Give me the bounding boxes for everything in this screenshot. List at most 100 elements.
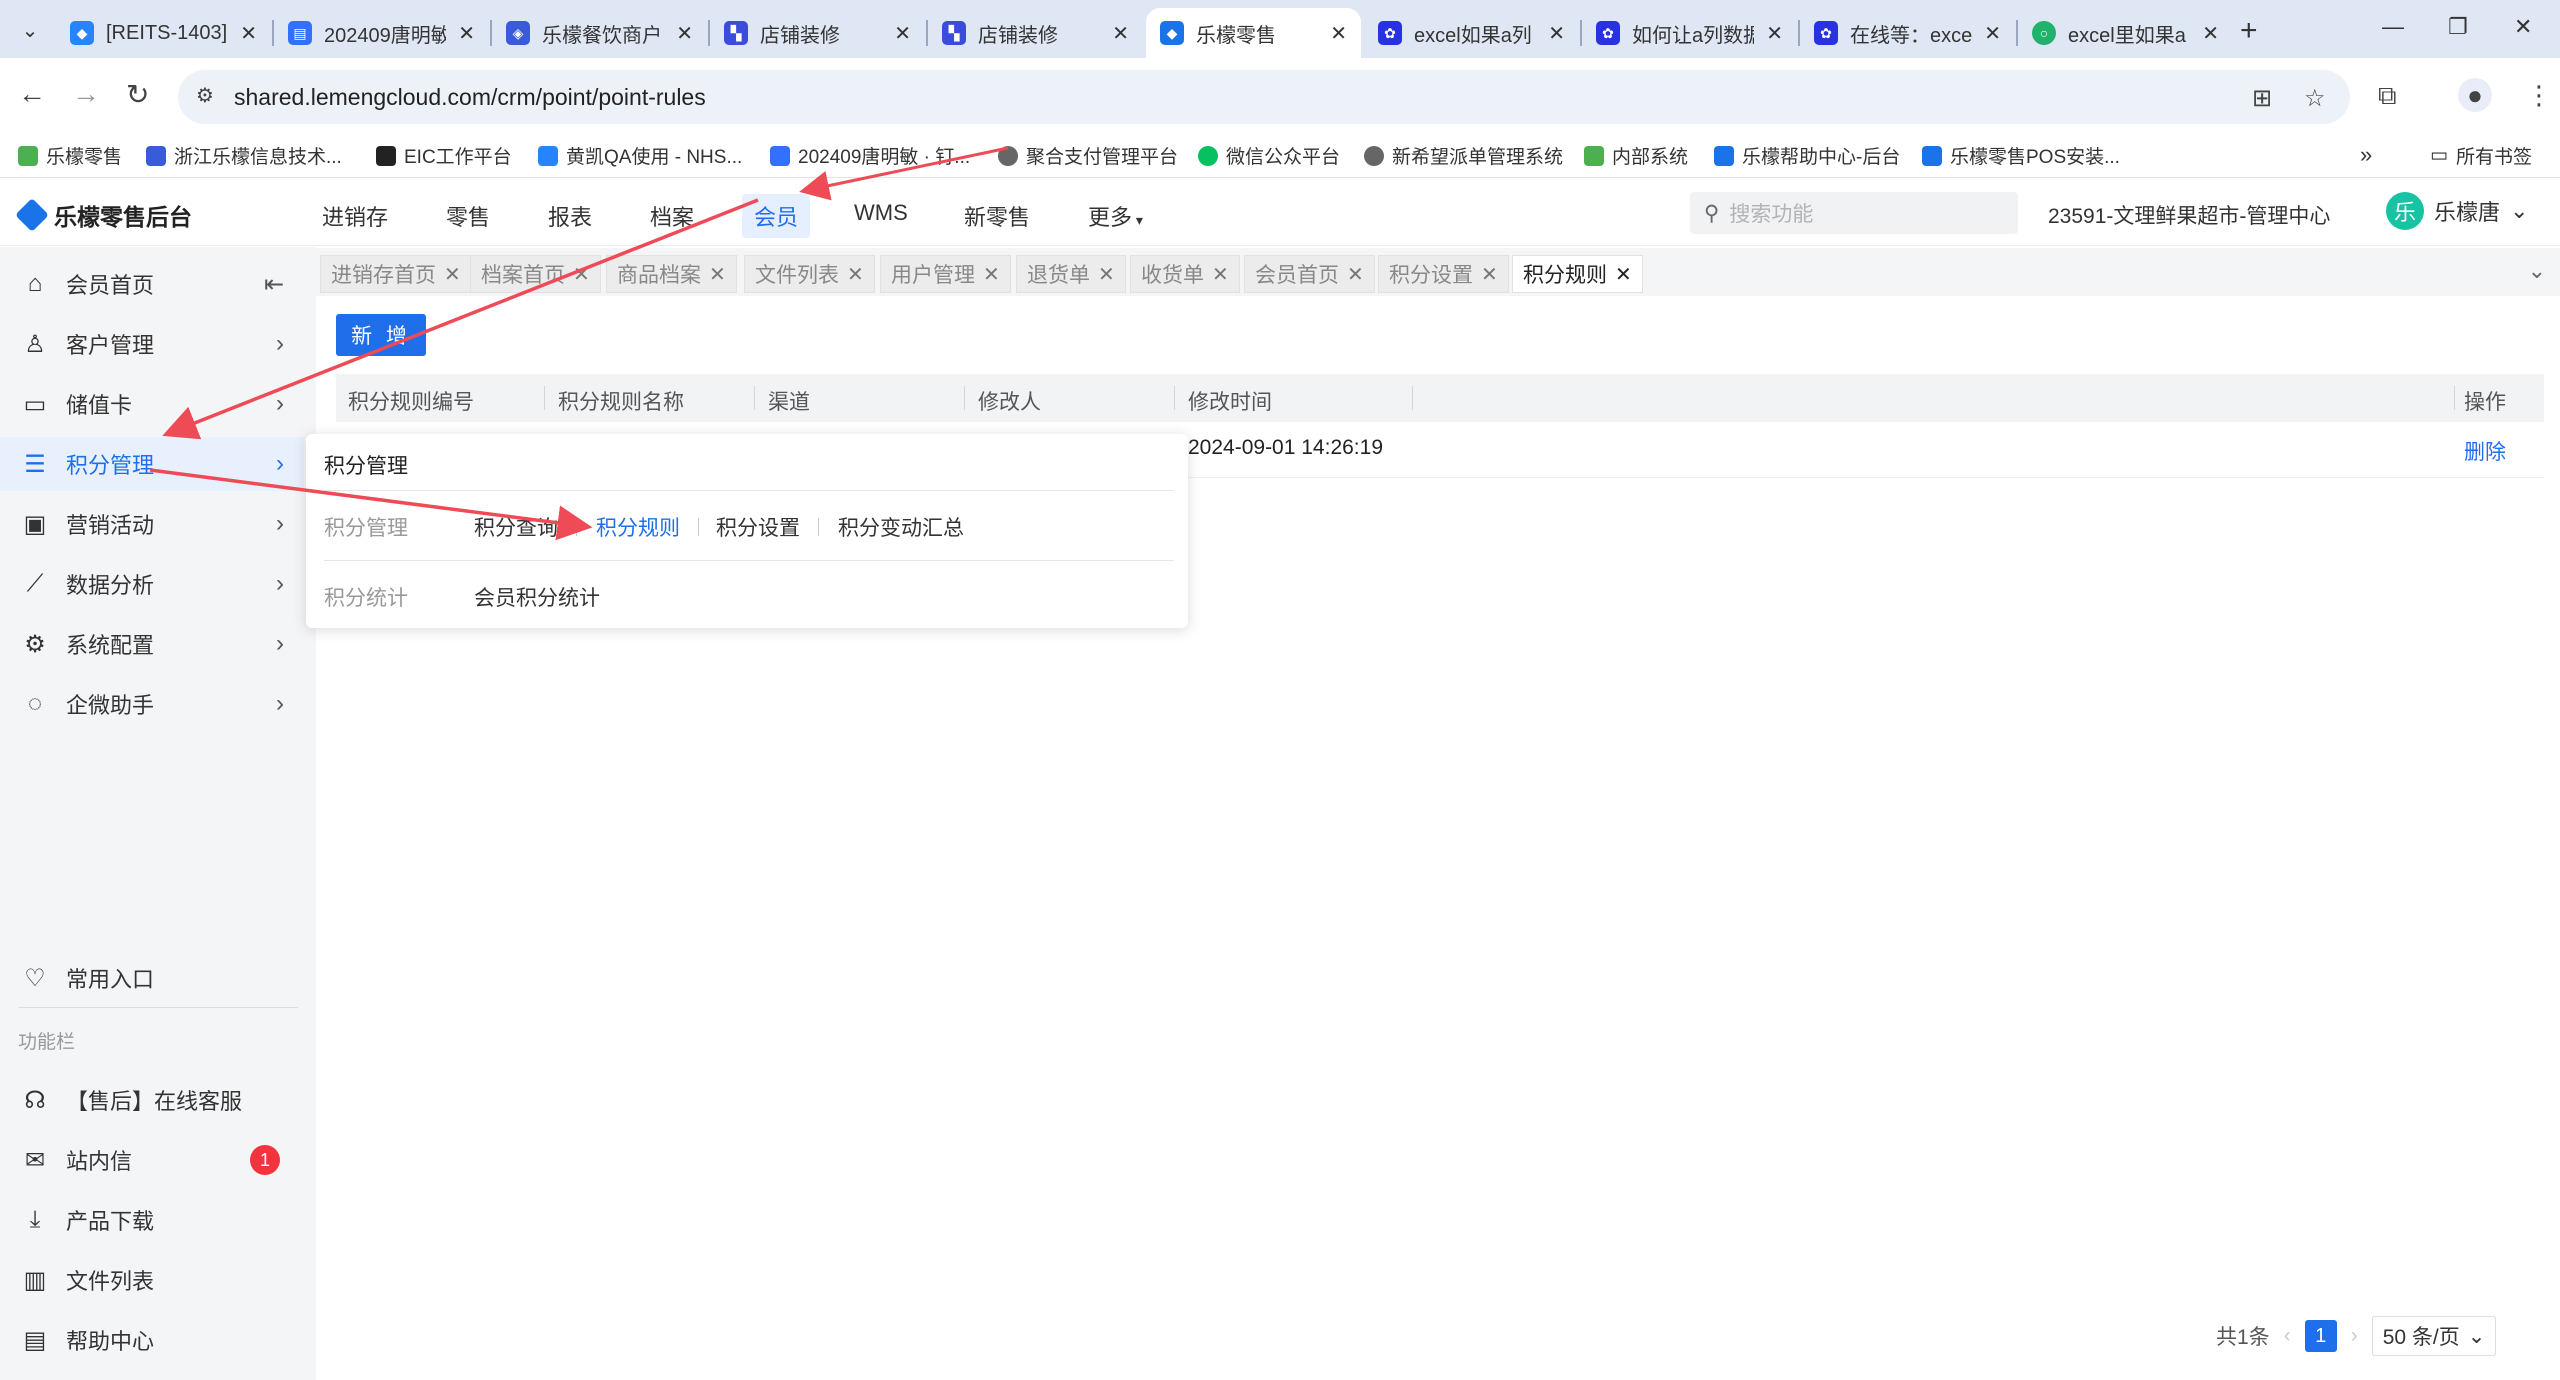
submenu-item-points-query[interactable]: 积分查询 bbox=[474, 512, 558, 542]
delete-link[interactable]: 删除 bbox=[2464, 436, 2506, 466]
extensions-icon[interactable]: ⧉ bbox=[2378, 80, 2397, 112]
close-icon[interactable]: ✕ bbox=[1347, 262, 1364, 287]
browser-tab[interactable]: ✿ 在线等：exce ✕ bbox=[1800, 8, 2015, 58]
address-bar[interactable]: ⚙ shared.lemengcloud.com/crm/point/point… bbox=[178, 70, 2350, 124]
page-tab[interactable]: 文件列表 ✕ bbox=[744, 255, 875, 293]
sidebar-item-analytics[interactable]: ⟋ 数据分析 › bbox=[0, 557, 304, 611]
page-tab[interactable]: 积分设置 ✕ bbox=[1378, 255, 1509, 293]
close-icon[interactable]: ✕ bbox=[676, 21, 693, 46]
bookmark-item[interactable]: 乐檬零售 bbox=[18, 142, 122, 169]
page-tab[interactable]: 档案首页 ✕ bbox=[470, 255, 601, 293]
page-tab[interactable]: 会员首页 ✕ bbox=[1244, 255, 1375, 293]
browser-tab[interactable]: ▤ 202409唐明敏 ✕ bbox=[274, 8, 489, 58]
bookmark-item[interactable]: 聚合支付管理平台 bbox=[998, 142, 1178, 169]
tab-search-button[interactable]: ⌄ bbox=[12, 12, 48, 48]
close-icon[interactable]: ✕ bbox=[1212, 262, 1229, 287]
sidebar-item-customers[interactable]: ♙ 客户管理 › bbox=[0, 317, 304, 371]
page-tab[interactable]: 退货单 ✕ bbox=[1016, 255, 1126, 293]
close-icon[interactable]: ✕ bbox=[709, 262, 726, 287]
sidebar-item-file-list[interactable]: ▥ 文件列表 bbox=[0, 1253, 304, 1307]
next-page-icon[interactable]: › bbox=[2351, 1324, 2358, 1348]
browser-tab[interactable]: ✿ 如何让a列数据 ✕ bbox=[1582, 8, 1797, 58]
browser-tab[interactable]: ▚ 店铺装修 ✕ bbox=[710, 8, 925, 58]
nav-item[interactable]: 档案 bbox=[650, 200, 694, 232]
bookmark-item[interactable]: 微信公众平台 bbox=[1198, 142, 1340, 169]
sidebar-item-marketing[interactable]: ▣ 营销活动 › bbox=[0, 497, 304, 551]
page-tab[interactable]: 收货单 ✕ bbox=[1130, 255, 1240, 293]
browser-tab[interactable]: ◈ 乐檬餐饮商户 ✕ bbox=[492, 8, 707, 58]
translate-icon[interactable]: ⊞ bbox=[2252, 84, 2272, 113]
bookmark-item[interactable]: 乐檬零售POS安装... bbox=[1922, 142, 2120, 169]
profile-icon[interactable]: ● bbox=[2458, 78, 2492, 112]
close-icon[interactable]: ✕ bbox=[2202, 21, 2219, 46]
bookmark-item[interactable]: EIC工作平台 bbox=[376, 142, 512, 169]
sidebar-common-entry[interactable]: ♡ 常用入口 bbox=[0, 951, 304, 1005]
sidebar-item-member-home[interactable]: ⌂ 会员首页 ⇤ bbox=[0, 257, 304, 311]
bookmark-item[interactable]: 乐檬帮助中心-后台 bbox=[1714, 142, 1900, 169]
bookmark-item[interactable]: 新希望派单管理系统 bbox=[1364, 142, 1563, 169]
close-icon[interactable]: ✕ bbox=[894, 21, 911, 46]
browser-tab[interactable]: ✿ excel如果a列 ✕ bbox=[1364, 8, 1579, 58]
sidebar-item-download[interactable]: ⤓ 产品下载 bbox=[0, 1193, 304, 1247]
nav-item[interactable]: 零售 bbox=[446, 200, 490, 232]
nav-item-active[interactable]: 会员 bbox=[742, 194, 811, 238]
minimize-icon[interactable]: — bbox=[2382, 14, 2404, 40]
collapse-icon[interactable]: ⇤ bbox=[264, 270, 284, 299]
bookmark-item[interactable]: 202409唐明敏 · 钉... bbox=[770, 142, 970, 169]
sidebar-item-wecom[interactable]: ◌ 企微助手 › bbox=[0, 677, 304, 731]
nav-item-more[interactable]: 更多 ▾ bbox=[1088, 200, 1143, 232]
sidebar-item-messages[interactable]: ✉ 站内信 1 bbox=[0, 1133, 304, 1187]
submenu-item-member-points-stats[interactable]: 会员积分统计 bbox=[474, 582, 600, 612]
page-number[interactable]: 1 bbox=[2304, 1320, 2337, 1352]
restore-icon[interactable]: ❐ bbox=[2448, 14, 2468, 40]
submenu-item-points-rules[interactable]: 积分规则 bbox=[596, 512, 680, 542]
back-icon[interactable]: ← bbox=[18, 78, 46, 110]
browser-tab[interactable]: ○ excel里如果a ✕ bbox=[2018, 8, 2233, 58]
close-icon[interactable]: ✕ bbox=[1330, 21, 1347, 46]
user-menu[interactable]: 乐 乐檬唐 ⌄ bbox=[2386, 192, 2528, 230]
close-icon[interactable]: ✕ bbox=[1766, 21, 1783, 46]
close-icon[interactable]: ✕ bbox=[1098, 262, 1115, 287]
browser-tab[interactable]: ◆ [REITS-1403] ✕ bbox=[56, 8, 271, 58]
page-tab[interactable]: 商品档案 ✕ bbox=[606, 255, 737, 293]
sidebar-item-points[interactable]: ☰ 积分管理 › bbox=[0, 437, 304, 491]
window-close-icon[interactable]: ✕ bbox=[2514, 14, 2532, 40]
page-tab[interactable]: 进销存首页 ✕ bbox=[320, 255, 472, 293]
bookmark-item[interactable]: 内部系统 bbox=[1584, 142, 1688, 169]
close-icon[interactable]: ✕ bbox=[573, 262, 590, 287]
sidebar-item-stored-card[interactable]: ▭ 储值卡 › bbox=[0, 377, 304, 431]
nav-item[interactable]: 新零售 bbox=[964, 200, 1030, 232]
page-tab[interactable]: 用户管理 ✕ bbox=[880, 255, 1011, 293]
bookmark-item[interactable]: 浙江乐檬信息技术... bbox=[146, 142, 342, 169]
nav-item[interactable]: 进销存 bbox=[322, 200, 388, 232]
close-icon[interactable]: ✕ bbox=[240, 21, 257, 46]
nav-item[interactable]: WMS bbox=[854, 200, 908, 226]
close-icon[interactable]: ✕ bbox=[983, 262, 1000, 287]
all-bookmarks[interactable]: ▭ 所有书签 bbox=[2430, 142, 2532, 169]
submenu-item-points-summary[interactable]: 积分变动汇总 bbox=[838, 512, 964, 542]
menu-dots-icon[interactable]: ⋮ bbox=[2526, 80, 2552, 111]
chevron-down-icon[interactable]: ⌄ bbox=[2528, 258, 2546, 284]
nav-item[interactable]: 报表 bbox=[548, 200, 592, 232]
store-selector[interactable]: 23591-文理鲜果超市-管理中心 bbox=[2048, 200, 2330, 230]
close-icon[interactable]: ✕ bbox=[458, 21, 475, 46]
submenu-item-points-settings[interactable]: 积分设置 bbox=[716, 512, 800, 542]
page-tab-active[interactable]: 积分规则 ✕ bbox=[1512, 255, 1643, 293]
close-icon[interactable]: ✕ bbox=[444, 262, 461, 287]
sidebar-item-help[interactable]: ▤ 帮助中心 bbox=[0, 1313, 304, 1367]
app-logo[interactable]: 乐檬零售后台 bbox=[15, 198, 192, 232]
forward-icon[interactable]: → bbox=[72, 78, 100, 110]
prev-page-icon[interactable]: ‹ bbox=[2284, 1324, 2291, 1348]
sidebar-item-online-service[interactable]: ☊ 【售后】在线客服 bbox=[0, 1073, 304, 1127]
page-size-select[interactable]: 50 条/页 ⌄ bbox=[2371, 1316, 2497, 1356]
browser-tab-active[interactable]: ◆ 乐檬零售 ✕ bbox=[1146, 8, 1361, 58]
close-icon[interactable]: ✕ bbox=[1112, 21, 1129, 46]
close-icon[interactable]: ✕ bbox=[1481, 262, 1498, 287]
add-button[interactable]: 新 增 bbox=[336, 314, 426, 356]
close-icon[interactable]: ✕ bbox=[1615, 262, 1632, 287]
bookmark-item[interactable]: 黄凯QA使用 - NHS... bbox=[538, 142, 742, 169]
star-icon[interactable]: ☆ bbox=[2304, 84, 2326, 113]
reload-icon[interactable]: ↻ bbox=[126, 78, 149, 111]
function-search-input[interactable]: ⚲ 搜索功能 bbox=[1690, 192, 2018, 234]
more-bookmarks-icon[interactable]: » bbox=[2360, 142, 2372, 168]
